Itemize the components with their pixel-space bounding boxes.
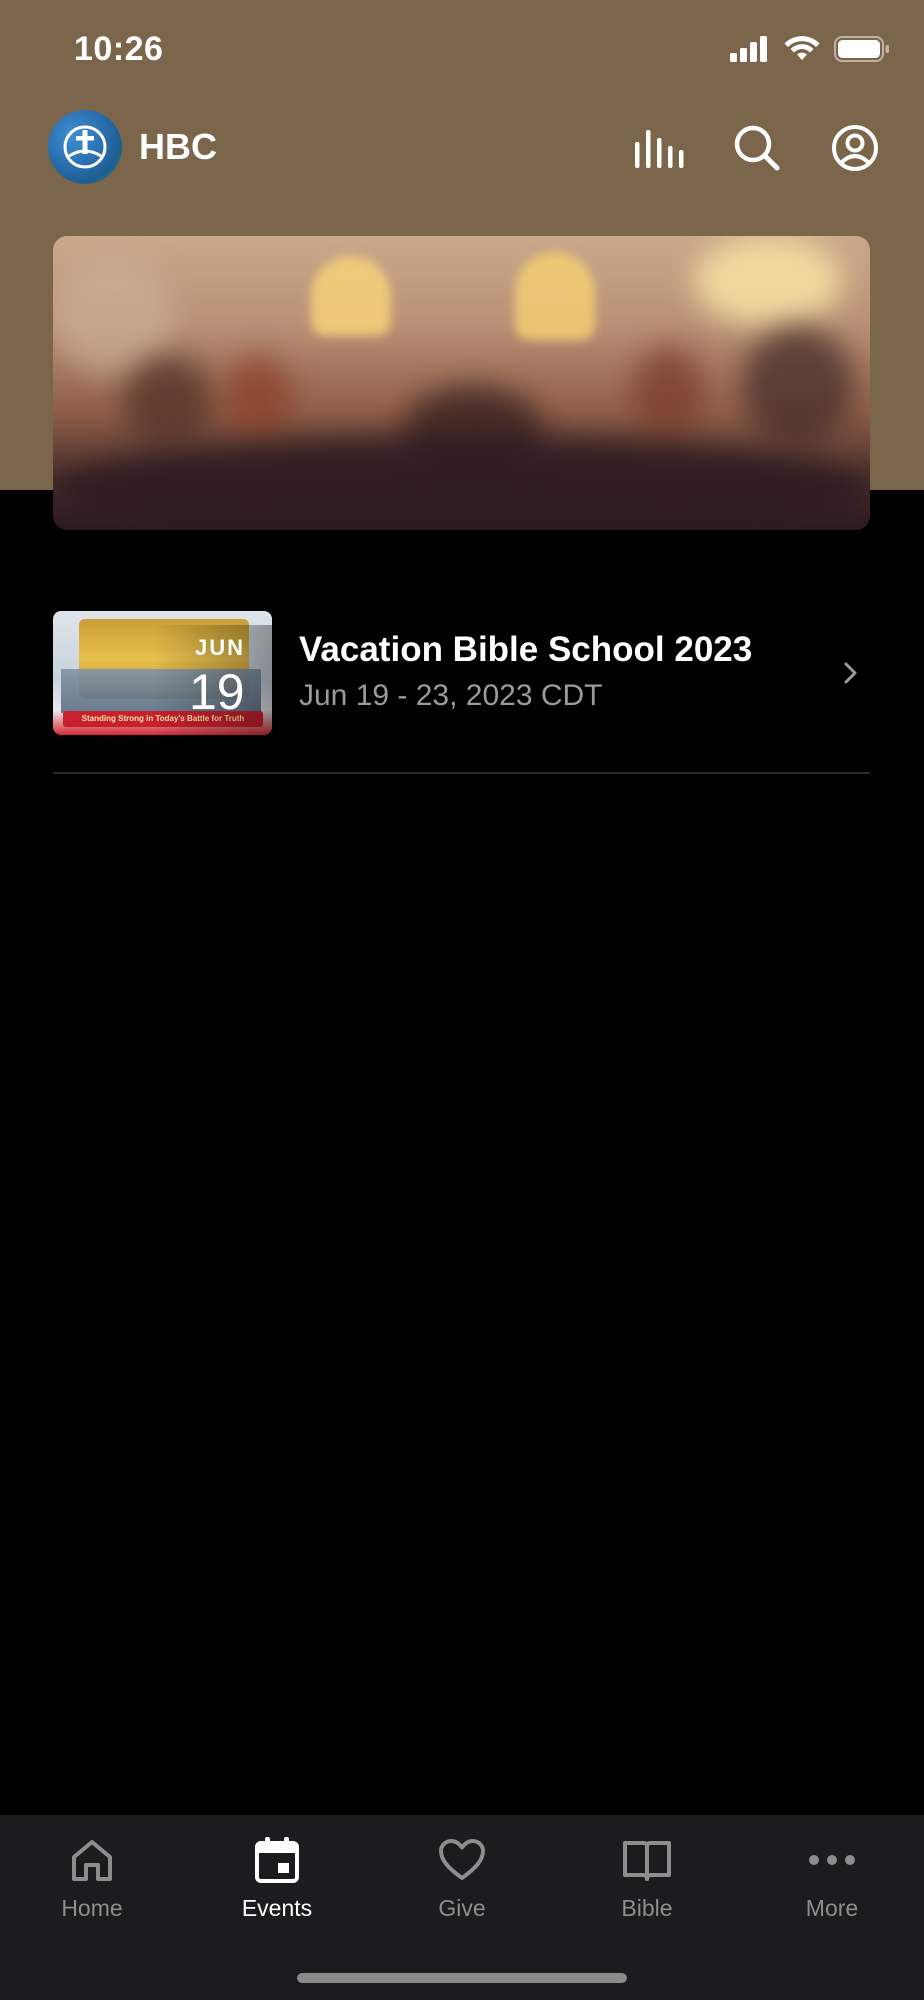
app-bar-actions [610, 116, 904, 180]
event-thumbnail: Standing Strong in Today's Battle for Tr… [53, 611, 272, 735]
status-time: 10:26 [74, 30, 164, 68]
tab-bible[interactable]: Bible [555, 1815, 739, 1935]
app-bar: HBC [0, 108, 924, 188]
event-date-month: JUN [195, 635, 246, 660]
profile-button[interactable] [806, 116, 904, 180]
tab-events[interactable]: Events [185, 1815, 369, 1935]
search-icon [734, 125, 780, 171]
audio-button[interactable] [610, 116, 708, 180]
app-title: HBC [139, 126, 217, 167]
tab-label: Home [61, 1895, 123, 1921]
list-divider [53, 772, 870, 774]
tab-label: Give [438, 1895, 486, 1921]
battery-icon [834, 36, 889, 62]
tab-label: Events [241, 1895, 313, 1921]
cellular-signal-icon [730, 36, 767, 62]
more-dots-icon [807, 1835, 857, 1885]
tab-home[interactable]: Home [0, 1815, 184, 1935]
open-book-icon [622, 1835, 672, 1885]
tab-give[interactable]: Give [370, 1815, 554, 1935]
chevron-right-icon [844, 662, 857, 684]
calendar-icon [252, 1835, 302, 1885]
wifi-icon [784, 36, 820, 60]
church-logo-icon[interactable] [48, 110, 122, 184]
profile-icon [832, 125, 878, 171]
event-date-day: 19 [189, 664, 245, 720]
tab-more[interactable]: More [740, 1815, 924, 1935]
home-icon [67, 1835, 117, 1885]
event-date-range: Jun 19 - 23, 2023 CDT [299, 679, 603, 712]
tab-label: Bible [621, 1895, 673, 1921]
tab-label: More [805, 1895, 859, 1921]
home-indicator[interactable] [297, 1973, 627, 1983]
search-button[interactable] [708, 116, 806, 180]
status-icons [730, 36, 890, 62]
status-bar: 10:26 [0, 0, 924, 100]
hero-banner-image [53, 236, 870, 530]
event-title: Vacation Bible School 2023 [299, 630, 753, 669]
heart-icon [437, 1835, 487, 1885]
event-list-item[interactable]: Standing Strong in Today's Battle for Tr… [53, 611, 870, 735]
audio-bars-icon [635, 130, 684, 168]
